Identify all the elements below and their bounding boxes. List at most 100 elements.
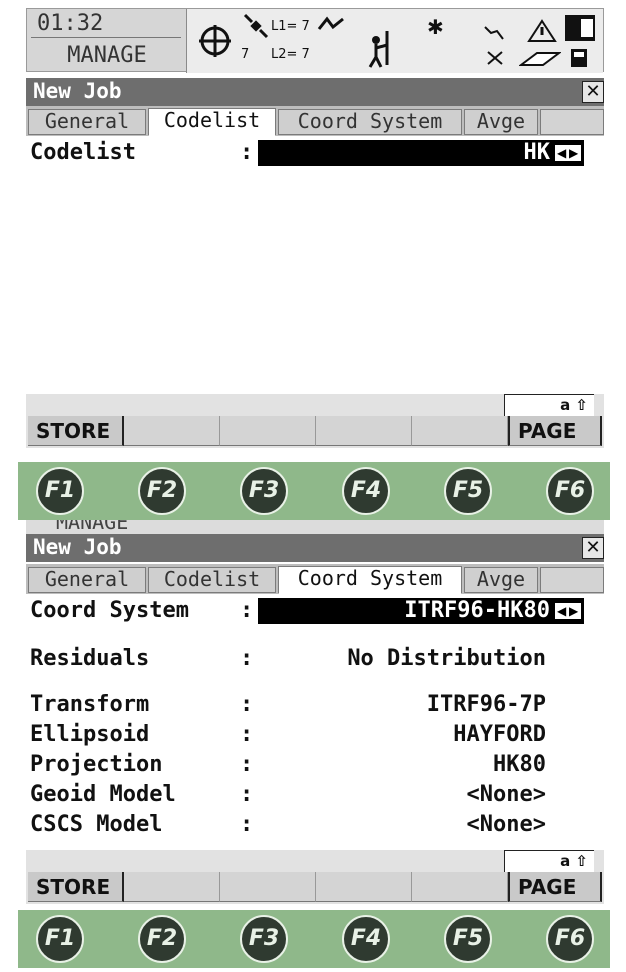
softkey-f2[interactable]: [124, 416, 220, 446]
colon: :: [240, 812, 254, 837]
transform-label: Transform: [30, 692, 150, 717]
codelist-select[interactable]: HK ◀ ▶: [258, 140, 584, 166]
softkey-f3[interactable]: [220, 416, 316, 446]
colon: :: [240, 722, 254, 747]
tab-codelist[interactable]: Codelist: [148, 108, 276, 136]
softkey-f5[interactable]: [412, 416, 508, 446]
title-bar: New Job ✕: [26, 78, 604, 106]
f2-key[interactable]: F2: [138, 467, 186, 515]
f3-key[interactable]: F3: [240, 467, 288, 515]
radio-link-icon: [484, 26, 504, 40]
residuals-value: No Distribution: [347, 646, 546, 671]
list-arrows-icon[interactable]: ◀ ▶: [554, 602, 582, 620]
softkey-f4[interactable]: [316, 872, 412, 902]
arrow-left-icon: ◀: [557, 604, 567, 618]
arrow-right-icon: ▶: [569, 604, 579, 618]
tab-blank: [540, 567, 604, 593]
tab-general[interactable]: General: [28, 109, 146, 135]
ellipsoid-value: HAYFORD: [453, 722, 546, 747]
codelist-value: HK: [523, 140, 551, 165]
f2-key[interactable]: F2: [138, 915, 186, 963]
satellite-icon: [243, 13, 269, 39]
device-icon: [571, 49, 587, 67]
transform-value: ITRF96-7P: [426, 692, 546, 717]
f5-key[interactable]: F5: [444, 467, 492, 515]
projection-label: Projection: [30, 752, 163, 777]
input-mode-indicator: a ⇧: [504, 850, 594, 872]
rover-icon: [368, 31, 389, 68]
tab-blank: [540, 109, 604, 135]
store-button[interactable]: STORE: [28, 872, 124, 902]
memory-card-icon: [519, 52, 561, 66]
tab-strip: General Codelist Coord System Avge: [26, 106, 604, 136]
ellipsoid-label: Ellipsoid: [30, 722, 150, 747]
f3-key[interactable]: F3: [240, 915, 288, 963]
close-button[interactable]: ✕: [582, 81, 604, 103]
store-button[interactable]: STORE: [28, 416, 124, 446]
mode-label: MANAGE: [67, 43, 147, 68]
divider: [31, 37, 181, 38]
f5-key[interactable]: F5: [444, 915, 492, 963]
status-icons: 7 L1= 7 L2= 7 ✱: [187, 9, 603, 73]
function-key-row: F1 F2 F3 F4 F5 F6: [18, 910, 610, 968]
l1-count: L1= 7: [271, 19, 310, 34]
clock-time: 01:32: [37, 11, 104, 36]
colon: :: [240, 692, 254, 717]
warning-icon: [527, 19, 557, 42]
geoid-model-value: <None>: [466, 782, 546, 807]
crosshair-icon: [199, 25, 231, 57]
colon: :: [240, 646, 254, 671]
softkey-bar: a ⇧ STORE PAGE: [26, 850, 604, 904]
signal-icon: [317, 16, 344, 30]
codelist-screen: New Job ✕ General Codelist Coord System …: [26, 72, 604, 458]
page-button[interactable]: PAGE: [508, 416, 602, 446]
tab-coord-system[interactable]: Coord System: [278, 566, 462, 594]
function-key-row: F1 F2 F3 F4 F5 F6: [18, 462, 610, 520]
title-bar: New Job ✕: [26, 534, 604, 562]
coord-system-select[interactable]: ITRF96-HK80 ◀ ▶: [258, 598, 584, 624]
tab-coord-system[interactable]: Coord System: [278, 109, 462, 135]
softkey-f3[interactable]: [220, 872, 316, 902]
time-mode-box: 01:32 MANAGE: [27, 9, 187, 73]
battery-icon: [565, 15, 595, 41]
colon: :: [240, 782, 254, 807]
close-button[interactable]: ✕: [582, 537, 604, 559]
content-area: Coord System : ITRF96-HK80 ◀ ▶ Residuals…: [26, 594, 604, 850]
f4-key[interactable]: F4: [342, 467, 390, 515]
residuals-label: Residuals: [30, 646, 150, 671]
tab-general[interactable]: General: [28, 567, 146, 593]
tab-strip: General Codelist Coord System Avge: [26, 564, 604, 594]
partial-status-bar: MANAGE: [26, 520, 604, 534]
input-mode-indicator: a ⇧: [504, 394, 594, 416]
geoid-model-label: Geoid Model: [30, 782, 176, 807]
colon: :: [240, 598, 254, 623]
tab-codelist[interactable]: Codelist: [148, 567, 276, 593]
projection-value: HK80: [493, 752, 546, 777]
sat-count: 7: [241, 47, 250, 62]
partial-mode-label: MANAGE: [56, 520, 129, 534]
tab-avge[interactable]: Avge: [464, 567, 538, 593]
arrow-left-icon: ◀: [557, 146, 567, 160]
coord-system-value: ITRF96-HK80: [404, 598, 550, 623]
f6-key[interactable]: F6: [546, 467, 594, 515]
arrow-right-icon: ▶: [569, 146, 579, 160]
softkey-bar: a ⇧ STORE PAGE: [26, 394, 604, 448]
tab-avge[interactable]: Avge: [464, 109, 538, 135]
codelist-label: Codelist: [30, 140, 136, 165]
page-title: New Job: [33, 79, 122, 103]
f6-key[interactable]: F6: [546, 915, 594, 963]
f4-key[interactable]: F4: [342, 915, 390, 963]
colon: :: [240, 140, 254, 165]
f1-key[interactable]: F1: [36, 915, 84, 963]
coord-system-label: Coord System: [30, 598, 189, 623]
status-bar: 01:32 MANAGE 7 L1= 7 L2= 7 ✱: [26, 8, 604, 73]
bluetooth-icon: ✱: [427, 15, 444, 39]
f1-key[interactable]: F1: [36, 467, 84, 515]
page-button[interactable]: PAGE: [508, 872, 602, 902]
softkey-f2[interactable]: [124, 872, 220, 902]
cscs-model-value: <None>: [466, 812, 546, 837]
softkey-f5[interactable]: [412, 872, 508, 902]
list-arrows-icon[interactable]: ◀ ▶: [554, 144, 582, 162]
coord-system-screen: MANAGE New Job ✕ General Codelist Coord …: [26, 520, 604, 912]
softkey-f4[interactable]: [316, 416, 412, 446]
